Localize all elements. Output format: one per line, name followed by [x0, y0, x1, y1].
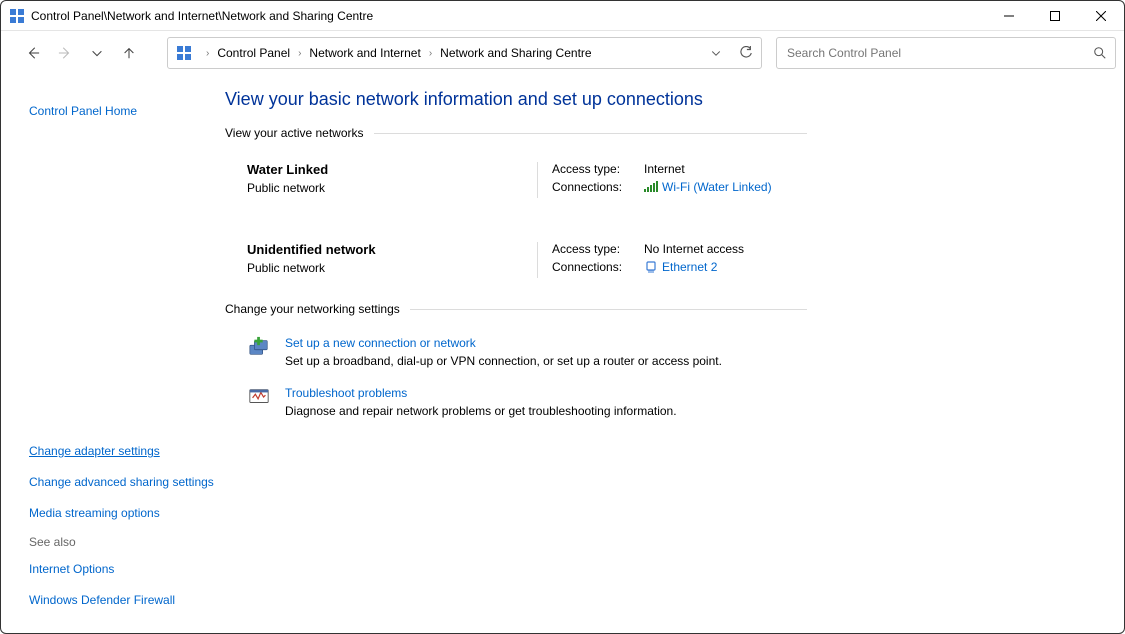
maximize-button[interactable] [1032, 1, 1078, 30]
recent-locations-button[interactable] [83, 39, 111, 67]
network-type: Public network [247, 181, 537, 195]
refresh-button[interactable] [731, 38, 761, 68]
sidebar-internet-options[interactable]: Internet Options [29, 561, 215, 578]
chevron-right-icon[interactable]: › [292, 48, 307, 59]
network-name: Unidentified network [247, 242, 537, 257]
close-button[interactable] [1078, 1, 1124, 30]
network-block: Water Linked Public network Access type:… [225, 156, 807, 216]
troubleshoot-title[interactable]: Troubleshoot problems [285, 386, 677, 400]
active-networks-header: View your active networks [225, 126, 807, 140]
connections-label: Connections: [552, 260, 644, 274]
chevron-right-icon[interactable]: › [423, 48, 438, 59]
ethernet-icon [644, 261, 658, 273]
sidebar-media-streaming[interactable]: Media streaming options [29, 505, 215, 522]
access-type-value: No Internet access [644, 242, 744, 256]
setup-connection-icon [245, 336, 273, 364]
setup-connection-title[interactable]: Set up a new connection or network [285, 336, 722, 350]
wifi-icon [644, 181, 658, 193]
main-pane: View your basic network information and … [225, 75, 1124, 633]
chevron-right-icon[interactable]: › [200, 48, 215, 59]
sidebar-control-panel-home[interactable]: Control Panel Home [29, 89, 215, 417]
connections-label: Connections: [552, 180, 644, 194]
search-box[interactable] [776, 37, 1116, 69]
access-type-label: Access type: [552, 162, 644, 176]
access-type-value: Internet [644, 162, 685, 176]
control-panel-icon [9, 8, 25, 24]
breadcrumb-control-panel[interactable]: Control Panel [215, 46, 292, 60]
up-button[interactable] [115, 39, 143, 67]
control-panel-icon [176, 45, 192, 61]
connection-link[interactable]: Ethernet 2 [662, 260, 717, 274]
active-networks-label: View your active networks [225, 126, 364, 140]
see-also-heading: See also [29, 535, 215, 549]
troubleshoot-desc: Diagnose and repair network problems or … [285, 404, 677, 418]
network-block: Unidentified network Public network Acce… [225, 236, 807, 296]
network-type: Public network [247, 261, 537, 275]
network-name: Water Linked [247, 162, 537, 177]
sidebar-advanced-sharing[interactable]: Change advanced sharing settings [29, 474, 215, 491]
sidebar: Control Panel Home Change adapter settin… [1, 75, 225, 633]
breadcrumb-network-internet[interactable]: Network and Internet [307, 46, 422, 60]
navbar: › Control Panel › Network and Internet ›… [1, 31, 1124, 75]
history-dropdown-button[interactable] [701, 38, 731, 68]
networking-settings-header: Change your networking settings [225, 302, 807, 316]
address-bar[interactable]: › Control Panel › Network and Internet ›… [167, 37, 762, 69]
breadcrumb-network-sharing[interactable]: Network and Sharing Centre [438, 46, 593, 60]
networking-settings-label: Change your networking settings [225, 302, 400, 316]
access-type-label: Access type: [552, 242, 644, 256]
troubleshoot-icon [245, 386, 273, 414]
setup-connection-desc: Set up a broadband, dial-up or VPN conne… [285, 354, 722, 368]
search-icon[interactable] [1085, 46, 1115, 60]
setup-connection-item[interactable]: Set up a new connection or network Set u… [225, 332, 807, 382]
sidebar-change-adapter[interactable]: Change adapter settings [29, 443, 215, 460]
connection-link[interactable]: Wi-Fi (Water Linked) [662, 180, 772, 194]
forward-button[interactable] [51, 39, 79, 67]
troubleshoot-item[interactable]: Troubleshoot problems Diagnose and repai… [225, 382, 807, 432]
titlebar: Control Panel\Network and Internet\Netwo… [1, 1, 1124, 31]
window-title: Control Panel\Network and Internet\Netwo… [31, 9, 986, 23]
sidebar-defender-firewall[interactable]: Windows Defender Firewall [29, 592, 215, 609]
minimize-button[interactable] [986, 1, 1032, 30]
search-input[interactable] [777, 46, 1085, 60]
page-heading: View your basic network information and … [225, 89, 807, 110]
back-button[interactable] [19, 39, 47, 67]
